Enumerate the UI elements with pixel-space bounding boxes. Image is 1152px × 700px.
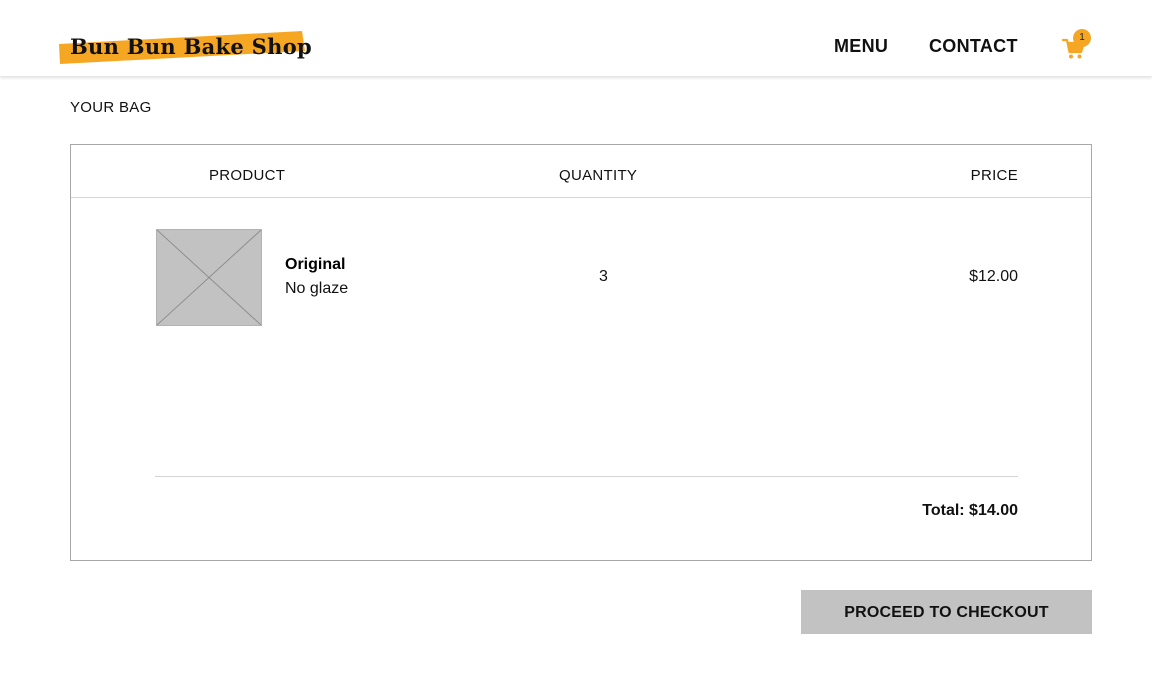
product-quantity: 3: [599, 268, 608, 285]
cart-count-badge: 1: [1073, 29, 1091, 47]
site-logo[interactable]: Bun Bun Bake Shop: [56, 30, 312, 66]
column-header-quantity: QUANTITY: [559, 167, 638, 184]
total-divider: [155, 476, 1018, 477]
proceed-to-checkout-button[interactable]: PROCEED TO CHECKOUT: [801, 590, 1092, 634]
product-glaze: No glaze: [285, 280, 349, 297]
nav-menu-link[interactable]: MENU: [834, 36, 888, 57]
product-price: $12.00: [969, 268, 1018, 285]
page-title: YOUR BAG: [70, 99, 152, 116]
bag-total: Total: $14.00: [922, 502, 1018, 519]
logo-text: Bun Bun Bake Shop: [70, 34, 312, 59]
nav-contact-link[interactable]: CONTACT: [929, 36, 1018, 57]
product-image-placeholder: [156, 229, 262, 326]
header-divider: [71, 197, 1091, 198]
cart-button[interactable]: 1: [1060, 29, 1094, 62]
column-header-price: PRICE: [970, 167, 1018, 184]
bag-table: PRODUCT QUANTITY PRICE Original No glaze…: [70, 144, 1092, 561]
site-header: Bun Bun Bake Shop MENU CONTACT 1: [0, 0, 1152, 77]
product-name: Original: [285, 256, 346, 273]
column-header-product: PRODUCT: [209, 167, 286, 184]
image-placeholder-icon: [157, 230, 261, 325]
